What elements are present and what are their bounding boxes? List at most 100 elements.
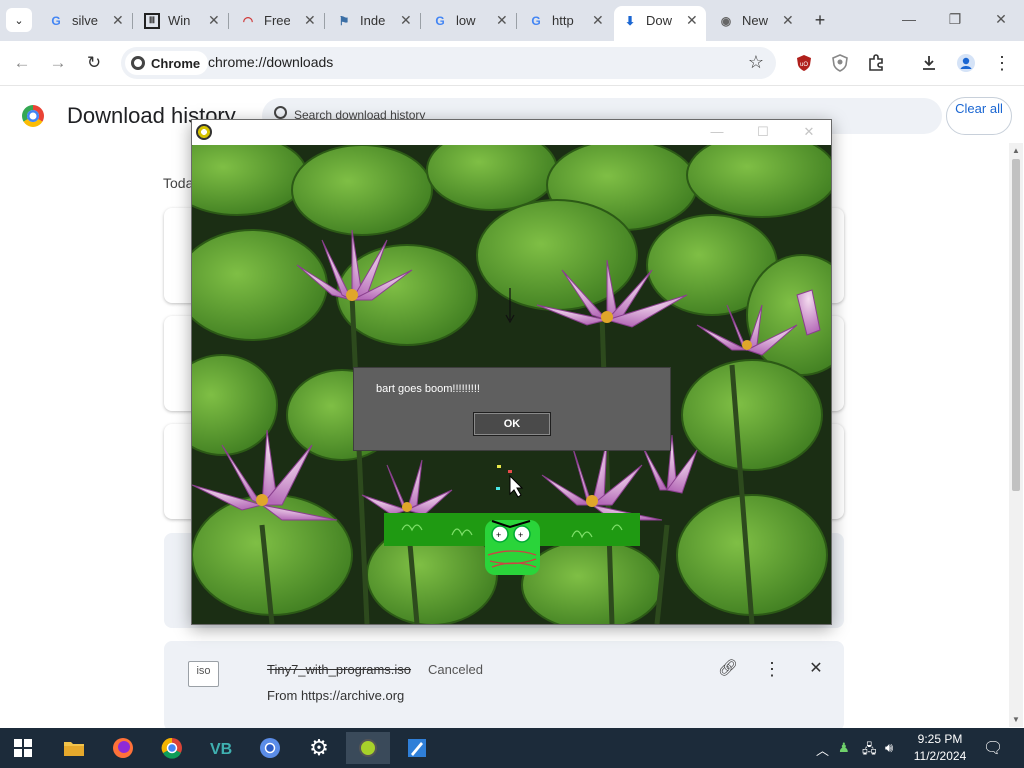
- more-actions-icon[interactable]: ⋮: [761, 658, 783, 680]
- svg-text:VB: VB: [210, 741, 232, 758]
- tab-7-active[interactable]: ⬇ Dow ✕: [614, 6, 706, 41]
- tab-title: Free: [264, 13, 290, 28]
- scroll-down-icon[interactable]: ▼: [1012, 715, 1020, 724]
- address-bar[interactable]: Chrome chrome://downloads ☆: [121, 47, 776, 79]
- close-icon[interactable]: ✕: [496, 12, 508, 29]
- site-chip[interactable]: Chrome: [125, 51, 209, 75]
- clear-all-button[interactable]: Clear all: [946, 97, 1012, 135]
- extensions-puzzle-icon[interactable]: [865, 52, 887, 74]
- tab-title: Win: [168, 13, 191, 28]
- minimize-button[interactable]: —: [896, 8, 922, 30]
- new-tab-button[interactable]: +: [809, 9, 831, 31]
- clock-date[interactable]: 11/2/2024: [905, 749, 975, 763]
- game-window: — ☐ ✕ + + bart goes boom!!!!!!!!! OK: [191, 119, 832, 625]
- lily-pond-scene[interactable]: + + bart goes boom!!!!!!!!! OK: [192, 145, 831, 624]
- google-icon: G: [531, 13, 541, 28]
- menu-dots-icon[interactable]: ⋮: [991, 52, 1013, 74]
- tab-title: silve: [72, 13, 98, 28]
- frog-character: + +: [485, 520, 540, 575]
- close-icon[interactable]: ✕: [112, 12, 124, 29]
- url-text[interactable]: chrome://downloads: [208, 54, 333, 70]
- tab-1[interactable]: G silve ✕: [40, 6, 132, 35]
- rainbow-icon: ◠: [242, 13, 254, 28]
- close-icon[interactable]: ✕: [304, 12, 316, 29]
- tab-strip: ⌄ G silve ✕ Ⅲ Win ✕ ◠ Free ✕ ⚑ Inde ✕ G …: [0, 0, 1024, 41]
- file-explorer-icon[interactable]: [52, 732, 96, 764]
- download-status: Canceled: [428, 662, 483, 677]
- chrome-icon: ◉: [720, 13, 732, 28]
- close-icon[interactable]: ✕: [782, 12, 794, 29]
- dialog-message: bart goes boom!!!!!!!!!: [376, 383, 480, 395]
- forward-button[interactable]: →: [48, 53, 68, 73]
- tab-title: low: [456, 13, 476, 28]
- download-filename[interactable]: Tiny7_with_programs.iso: [267, 662, 411, 677]
- scroll-up-icon[interactable]: ▲: [1012, 146, 1020, 155]
- clock-time[interactable]: 9:25 PM: [905, 732, 975, 746]
- close-icon[interactable]: ✕: [592, 12, 604, 29]
- chromium-icon[interactable]: [248, 732, 292, 764]
- tab-8[interactable]: ◉ New ✕: [710, 6, 802, 35]
- tab-title: Dow: [646, 13, 672, 28]
- ublock-icon[interactable]: uO: [793, 52, 815, 74]
- windows-start-icon[interactable]: [14, 739, 32, 757]
- tray-app-icon[interactable]: ♟: [838, 740, 850, 756]
- close-button[interactable]: ✕: [797, 122, 821, 142]
- scrollbar-thumb[interactable]: [1012, 159, 1020, 491]
- svg-text:+: +: [518, 530, 523, 540]
- tab-3[interactable]: ◠ Free ✕: [232, 6, 324, 35]
- settings-gear-icon[interactable]: ⚙: [297, 732, 341, 764]
- search-icon: [274, 106, 287, 119]
- tab-5[interactable]: G low ✕: [424, 6, 516, 35]
- game-title-bar: — ☐ ✕: [192, 120, 831, 145]
- restore-button[interactable]: ❐: [942, 8, 968, 30]
- download-source: From https://archive.org: [267, 688, 405, 703]
- svg-text:+: +: [496, 530, 501, 540]
- chrome-icon: [131, 56, 145, 70]
- tray-overflow-chevron-icon[interactable]: ︿: [816, 740, 829, 759]
- close-icon[interactable]: ✕: [400, 12, 412, 29]
- tab-4[interactable]: ⚑ Inde ✕: [328, 6, 420, 35]
- vb-app-icon[interactable]: VB: [199, 732, 243, 764]
- page-scrollbar[interactable]: ▲ ▼: [1009, 143, 1023, 727]
- download-icon: ⬇: [624, 13, 636, 28]
- google-icon: G: [51, 13, 61, 28]
- tab-2[interactable]: Ⅲ Win ✕: [136, 6, 228, 35]
- iso-file-icon: iso: [188, 661, 219, 687]
- download-card-canceled: iso Tiny7_with_programs.iso Canceled Fro…: [164, 641, 844, 731]
- volume-icon[interactable]: 🔊︎: [885, 740, 893, 756]
- back-button[interactable]: ←: [12, 53, 32, 73]
- tab-title: Inde: [360, 13, 386, 28]
- copy-link-icon[interactable]: 🔗︎: [717, 658, 739, 680]
- shield-icon[interactable]: [829, 52, 851, 74]
- close-icon[interactable]: ✕: [686, 12, 698, 29]
- site-chip-label: Chrome: [151, 55, 201, 71]
- reload-button[interactable]: ↻: [84, 53, 104, 73]
- tab-title: http: [552, 13, 574, 28]
- google-icon: G: [435, 13, 445, 28]
- ok-button[interactable]: OK: [473, 412, 551, 436]
- downloads-icon[interactable]: [918, 52, 940, 74]
- firefox-icon[interactable]: [101, 732, 145, 764]
- close-icon[interactable]: ✕: [208, 12, 220, 29]
- profile-avatar-icon[interactable]: [955, 52, 977, 74]
- gear-icon: [196, 124, 212, 140]
- paint-app-icon[interactable]: [395, 732, 439, 764]
- notifications-icon[interactable]: 🗨︎: [983, 738, 1003, 758]
- windows-flag-icon: ⚑: [338, 13, 350, 28]
- windows-taskbar: VB ⚙ ︿ ♟ 🖧︎ 🔊︎ 9:25 PM 11/2/2024 🗨︎: [0, 728, 1024, 768]
- chevron-down-icon: ⌄: [14, 14, 24, 27]
- tab-6[interactable]: G http ✕: [520, 6, 612, 35]
- archive-icon: Ⅲ: [144, 12, 160, 29]
- bookmark-star-icon[interactable]: ☆: [748, 52, 764, 73]
- browser-toolbar: ← → ↻ Chrome chrome://downloads ☆ uO ⋮: [0, 41, 1024, 86]
- network-icon[interactable]: 🖧︎: [862, 740, 877, 762]
- minimize-button[interactable]: —: [705, 122, 729, 142]
- game-taskbar-icon[interactable]: [346, 732, 390, 764]
- remove-icon[interactable]: ✕: [805, 658, 827, 680]
- tab-search-button[interactable]: ⌄: [6, 8, 32, 32]
- chrome-taskbar-icon[interactable]: [150, 732, 194, 764]
- svg-text:uO: uO: [800, 62, 808, 68]
- chrome-logo-icon: [22, 105, 44, 127]
- maximize-button[interactable]: ☐: [751, 122, 775, 142]
- close-window-button[interactable]: ✕: [988, 8, 1014, 30]
